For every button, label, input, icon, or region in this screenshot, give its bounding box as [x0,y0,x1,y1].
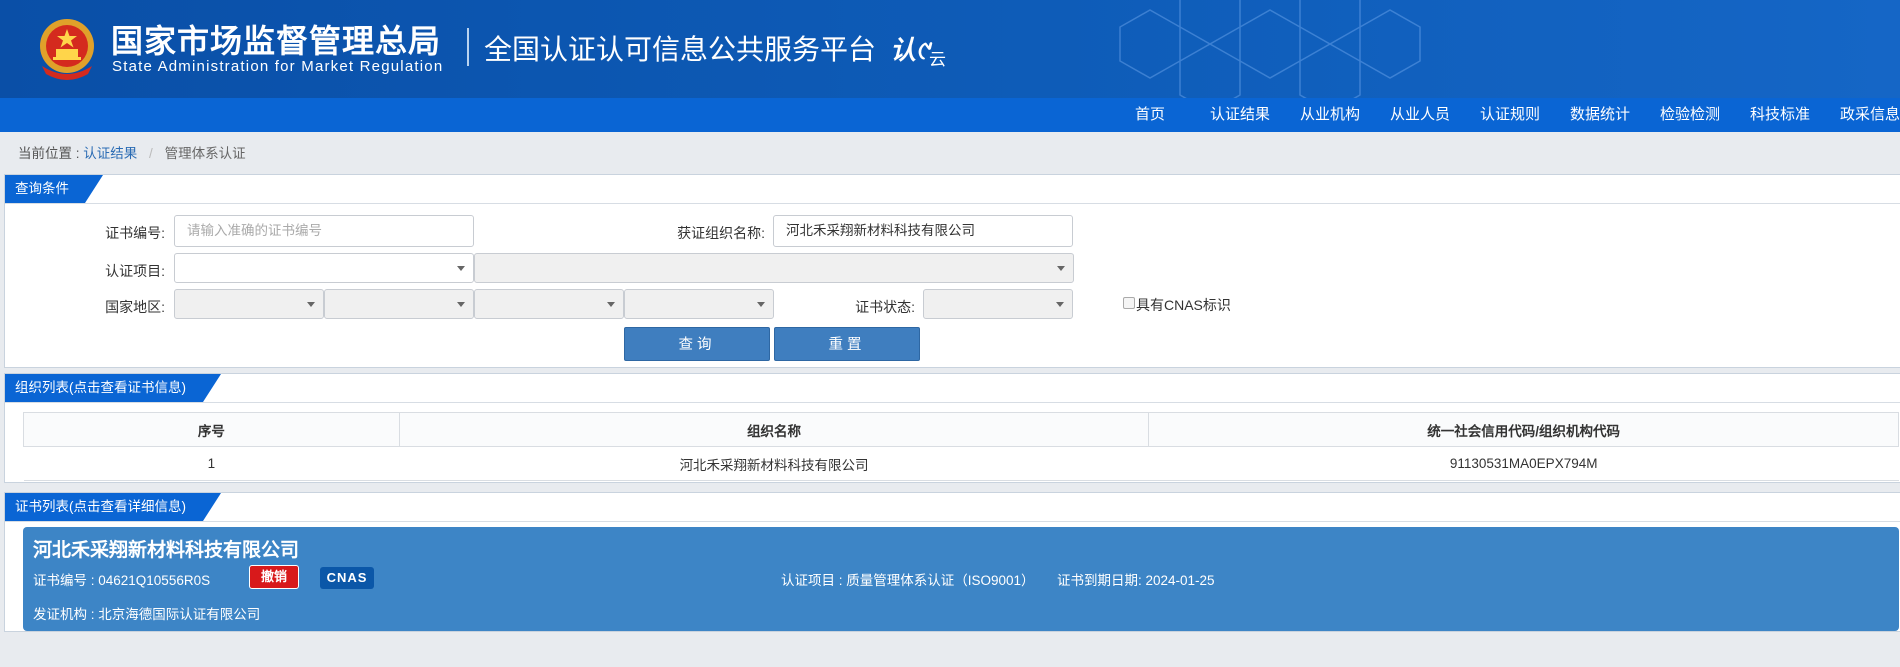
breadcrumb: 当前位置 : 认证结果 / 管理体系认证 [18,142,246,162]
cert-card[interactable]: 河北禾采翔新材料科技有限公司 证书编号 : 04621Q10556R0S 撤销 … [23,527,1899,631]
cert-project: 认证项目 : 质量管理体系认证（ISO9001） [781,573,1035,588]
logo-sub: 云 [928,50,946,69]
chevron-down-icon [457,266,465,271]
revoked-status-badge: 撤销 [249,565,299,589]
org-table: 序号 组织名称 统一社会信用代码/组织机构代码 1 河北禾采翔新材料科技有限公司… [23,412,1899,481]
cert-no-label: 证书编号: [105,225,165,241]
breadcrumb-prefix: 当前位置 : [18,146,80,161]
column-header: 组织名称 [398,412,1150,447]
cnas-checkbox[interactable] [1123,297,1135,309]
region-select-1[interactable] [174,289,324,319]
status-label: 证书状态: [855,299,915,315]
project-label: 认证项目: [105,263,165,279]
national-emblem-icon [40,19,94,80]
org-name-label: 获证组织名称: [677,225,765,241]
renzheng-cloud-logo: 认୯云 [890,35,946,69]
nav-institutions[interactable]: 从业机构 [1300,98,1360,132]
org-name-en: State Administration for Market Regulati… [112,58,444,75]
panel-divider [5,402,1900,403]
chevron-down-icon [457,302,465,307]
nav-rules[interactable]: 认证规则 [1480,98,1540,132]
cert-list-panel: 证书列表(点击查看详细信息) 河北禾采翔新材料科技有限公司 证书编号 : 046… [4,492,1900,632]
nav-standards[interactable]: 科技标准 [1750,98,1810,132]
header-banner: 国家市场监督管理总局 State Administration for Mark… [0,0,1900,98]
region-label: 国家地区: [105,299,165,315]
query-panel: 查询条件 证书编号: 请输入准确的证书编号 获证组织名称: 河北禾采翔新材料科技… [4,174,1900,368]
cert-org-name: 河北禾采翔新材料科技有限公司 [33,540,300,561]
region-select-2[interactable] [324,289,474,319]
region-select-4[interactable] [624,289,774,319]
breadcrumb-current: 管理体系认证 [164,146,246,161]
nav-home[interactable]: 首页 [1135,98,1165,132]
reset-button[interactable]: 重置 [774,327,920,361]
cert-issuer: 发证机构 : 北京海德国际认证有限公司 [33,607,261,622]
cert-no-input[interactable]: 请输入准确的证书编号 [174,215,474,247]
cert-number: 证书编号 : 04621Q10556R0S [33,573,211,588]
chevron-down-icon [1056,302,1064,307]
main-nav: 首页 认证结果 从业机构 从业人员 认证规则 数据统计 检验检测 科技标准 政采… [0,98,1900,132]
table-cell-org-name[interactable]: 河北禾采翔新材料科技有限公司 [399,446,1149,481]
table-cell-credit-code: 91130531MA0EPX794M [1148,446,1899,481]
table-header-row: 序号 组织名称 统一社会信用代码/组织机构代码 [23,412,1899,447]
chevron-down-icon [307,302,315,307]
nav-statistics[interactable]: 数据统计 [1570,98,1630,132]
nav-cert-results[interactable]: 认证结果 [1210,98,1270,132]
panel-divider [5,521,1900,522]
org-name-input[interactable]: 河北禾采翔新材料科技有限公司 [773,215,1073,247]
cnas-badge: CNAS [320,567,374,589]
org-list-title: 组织列表(点击查看证书信息) [5,374,221,402]
project-select-primary[interactable] [174,253,474,283]
panel-divider [5,203,1900,204]
region-select-3[interactable] [474,289,624,319]
breadcrumb-link-cert-results[interactable]: 认证结果 [83,146,137,161]
chevron-down-icon [607,302,615,307]
column-header: 统一社会信用代码/组织机构代码 [1148,412,1899,447]
org-list-panel: 组织列表(点击查看证书信息) 序号 组织名称 统一社会信用代码/组织机构代码 1… [4,373,1900,483]
column-header: 序号 [23,412,400,447]
header-divider [467,28,469,66]
search-button[interactable]: 查询 [624,327,770,361]
hexagon-pattern-decoration [1119,0,1421,98]
cert-list-title: 证书列表(点击查看详细信息) [5,493,221,521]
chevron-down-icon [1057,266,1065,271]
nav-procurement[interactable]: 政采信息 [1840,98,1900,132]
table-row[interactable]: 1 河北禾采翔新材料科技有限公司 91130531MA0EPX794M [23,446,1899,481]
status-select[interactable] [923,289,1073,319]
table-cell-index: 1 [23,446,400,481]
query-panel-title: 查询条件 [5,175,103,203]
project-select-secondary[interactable] [474,253,1074,283]
org-name-cn: 国家市场监督管理总局 [111,22,442,60]
nav-personnel[interactable]: 从业人员 [1390,98,1450,132]
cert-expiry: 证书到期日期: 2024-01-25 [1057,573,1215,588]
breadcrumb-separator: / [149,146,153,161]
cnas-checkbox-label: 具有CNAS标识 [1136,297,1231,313]
chevron-down-icon [757,302,765,307]
logo-text: 认 [890,35,917,65]
platform-title: 全国认证认可信息公共服务平台 [484,33,877,66]
nav-inspection[interactable]: 检验检测 [1660,98,1720,132]
